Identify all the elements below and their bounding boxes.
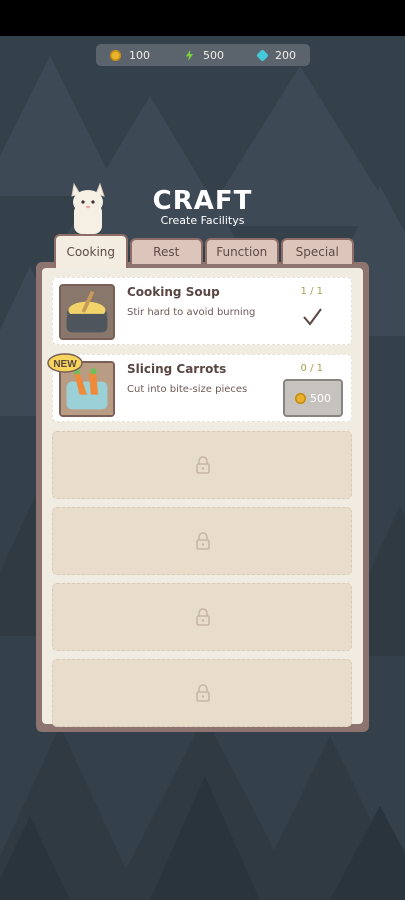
price-label: 500 (310, 391, 331, 405)
lock-icon (196, 684, 210, 702)
tab-cooking[interactable]: Cooking (54, 234, 128, 268)
currency-bar: 100 500 200 (96, 44, 310, 66)
category-tabs: Cooking Rest Function Special (54, 234, 354, 268)
recipe-name: Slicing Carrots (127, 362, 227, 376)
locked-slot (52, 431, 352, 499)
gem-amount: 200 (275, 48, 296, 62)
buy-button[interactable]: 500 (283, 379, 343, 417)
gem-counter: 200 (256, 48, 296, 62)
new-badge-label: NEW (53, 359, 77, 370)
tab-function[interactable]: Function (205, 238, 279, 264)
energy-counter: 500 (184, 49, 224, 62)
lightning-icon (185, 49, 194, 61)
page-subtitle: Create Facilitys (160, 214, 245, 227)
tab-rest[interactable]: Rest (129, 238, 203, 264)
checkmark-icon (303, 308, 322, 326)
coin-icon (110, 49, 121, 61)
lock-icon (196, 532, 210, 550)
page-title: CRAFT (152, 186, 253, 216)
energy-amount: 500 (203, 48, 224, 62)
locked-slot (52, 583, 352, 651)
coin-icon (295, 392, 306, 404)
recipe-description: Stir hard to avoid burning (127, 307, 256, 318)
soup-pot-icon (59, 284, 115, 340)
coin-amount: 100 (129, 48, 150, 62)
new-badge: NEW (47, 353, 83, 373)
lock-icon (196, 456, 210, 474)
lock-icon (196, 608, 210, 626)
coin-counter: 100 (110, 49, 150, 62)
locked-slot (52, 507, 352, 575)
locked-slot (52, 659, 352, 727)
gem-icon (256, 48, 269, 62)
tab-special[interactable]: Special (280, 238, 354, 264)
recipe-count: 1 / 1 (300, 286, 323, 297)
recipe-count: 0 / 1 (300, 363, 323, 374)
craft-panel: Cooking Soup Stir hard to avoid burning … (36, 262, 369, 732)
status-bar (0, 0, 405, 36)
recipe-card-slicing-carrots[interactable]: NEW Slicing Carrots Cut into bite-size p… (47, 353, 352, 422)
recipe-description: Cut into bite-size pieces (127, 384, 248, 395)
recipe-name: Cooking Soup (127, 285, 220, 299)
recipe-card-cooking-soup[interactable]: Cooking Soup Stir hard to avoid burning … (52, 277, 352, 345)
